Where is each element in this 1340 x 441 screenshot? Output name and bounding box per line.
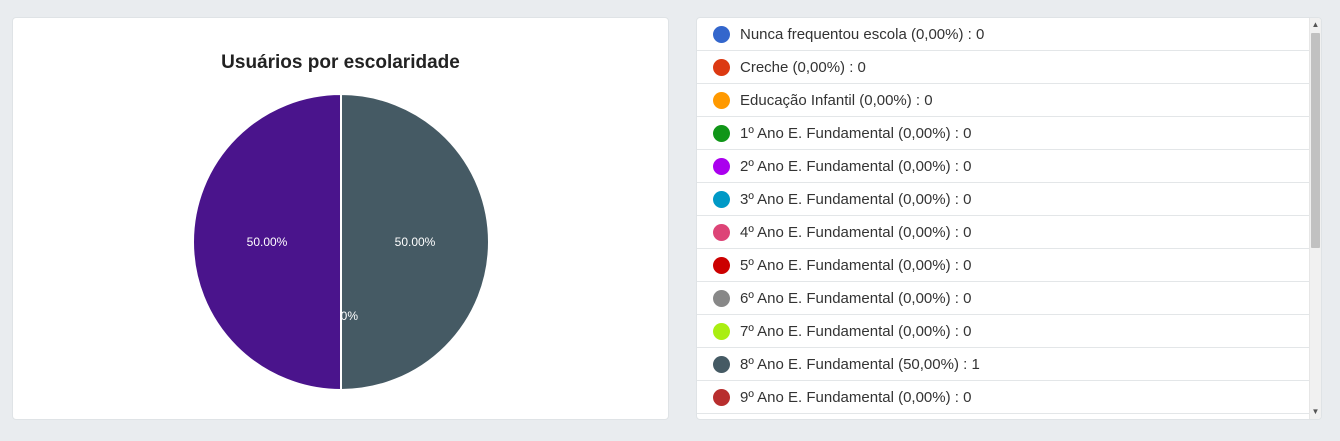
legend-item-label: 9º Ano E. Fundamental (0,00%) : 0: [740, 388, 972, 406]
scroll-thumb[interactable]: [1311, 33, 1320, 248]
legend-item-label: Nunca frequentou escola (0,00%) : 0: [740, 25, 985, 43]
legend-item[interactable]: 8º Ano E. Fundamental (50,00%) : 1: [697, 348, 1311, 381]
legend-item-label: 7º Ano E. Fundamental (0,00%) : 0: [740, 322, 972, 340]
legend-item[interactable]: 3º Ano E. Fundamental (0,00%) : 0: [697, 183, 1311, 216]
legend-item[interactable]: Creche (0,00%) : 0: [697, 51, 1311, 84]
legend-item-label: 2º Ano E. Fundamental (0,00%) : 0: [740, 157, 972, 175]
legend-item[interactable]: 6º Ano E. Fundamental (0,00%) : 0: [697, 282, 1311, 315]
chart-card: Usuários por escolaridade 0.00%0.00%0.00…: [12, 17, 669, 420]
legend-color-dot-icon: [713, 25, 730, 43]
legend-item-label: Creche (0,00%) : 0: [740, 58, 866, 76]
legend-color-dot-icon: [713, 388, 730, 406]
legend-item-label: 6º Ano E. Fundamental (0,00%) : 0: [740, 289, 972, 307]
scroll-down-arrow-icon[interactable]: ▼: [1310, 405, 1321, 419]
pie-chart: 0.00%0.00%0.00%0.00%0.00%0.00%0.00%0.00%…: [192, 92, 490, 392]
pie-data-label: 50.00%: [247, 235, 288, 249]
scroll-up-arrow-icon[interactable]: ▲: [1310, 18, 1321, 32]
legend-item[interactable]: 7º Ano E. Fundamental (0,00%) : 0: [697, 315, 1311, 348]
legend-item-label: 8º Ano E. Fundamental (50,00%) : 1: [740, 355, 980, 373]
legend-color-dot-icon: [713, 355, 730, 373]
legend-item[interactable]: 2º Ano E. Fundamental (0,00%) : 0: [697, 150, 1311, 183]
legend-item[interactable]: 1º Ano E. Fundamental (0,00%) : 0: [697, 117, 1311, 150]
legend-panel[interactable]: Nunca frequentou escola (0,00%) : 0 Crech…: [696, 17, 1322, 420]
legend-color-dot-icon: [713, 157, 730, 175]
legend-item[interactable]: Nunca frequentou escola (0,00%) : 0: [697, 18, 1311, 51]
legend-color-dot-icon: [713, 289, 730, 307]
legend-item-label: 3º Ano E. Fundamental (0,00%) : 0: [740, 190, 972, 208]
legend-item[interactable]: 9º Ano E. Fundamental (0,00%) : 0: [697, 381, 1311, 414]
legend-color-dot-icon: [713, 190, 730, 208]
legend-item[interactable]: 5º Ano E. Fundamental (0,00%) : 0: [697, 249, 1311, 282]
legend-item-label: Educação Infantil (0,00%) : 0: [740, 91, 933, 109]
legend-list: Nunca frequentou escola (0,00%) : 0 Crech…: [697, 18, 1311, 414]
legend-item[interactable]: Educação Infantil (0,00%) : 0: [697, 84, 1311, 117]
legend-item-label: 5º Ano E. Fundamental (0,00%) : 0: [740, 256, 972, 274]
legend-color-dot-icon: [713, 256, 730, 274]
pie-data-label: 50.00%: [395, 235, 436, 249]
legend-color-dot-icon: [713, 58, 730, 76]
legend-color-dot-icon: [713, 223, 730, 241]
legend-item[interactable]: 4º Ano E. Fundamental (0,00%) : 0: [697, 216, 1311, 249]
legend-item-label: 4º Ano E. Fundamental (0,00%) : 0: [740, 223, 972, 241]
legend-color-dot-icon: [713, 124, 730, 142]
legend-color-dot-icon: [713, 322, 730, 340]
legend-color-dot-icon: [713, 91, 730, 109]
legend-item-label: 1º Ano E. Fundamental (0,00%) : 0: [740, 124, 972, 142]
legend-scrollbar[interactable]: ▲ ▼: [1309, 18, 1321, 419]
